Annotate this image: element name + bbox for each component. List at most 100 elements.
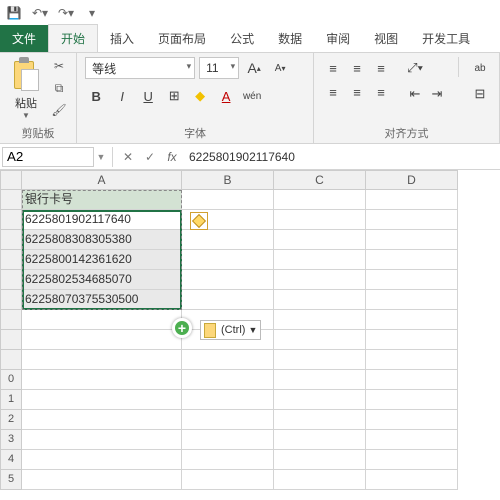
row-header[interactable] — [0, 210, 22, 230]
copy-icon[interactable]: ⧉ — [50, 79, 68, 97]
cell[interactable] — [274, 390, 366, 410]
cell[interactable]: 62258070375530500 — [22, 290, 182, 310]
cell[interactable] — [22, 410, 182, 430]
cell[interactable] — [22, 430, 182, 450]
col-header-c[interactable]: C — [274, 170, 366, 190]
paste-dropdown-icon[interactable]: ▼ — [22, 111, 30, 120]
cell[interactable] — [182, 370, 274, 390]
col-header-a[interactable]: A — [22, 170, 182, 190]
tab-developer[interactable]: 开发工具 — [410, 25, 482, 52]
font-name-combo[interactable]: 等线 — [85, 57, 195, 79]
cell[interactable] — [182, 390, 274, 410]
increase-indent-icon[interactable]: ⇥ — [426, 83, 448, 105]
cell[interactable] — [274, 290, 366, 310]
row-header[interactable] — [0, 310, 22, 330]
fill-handle-icon[interactable]: + — [172, 318, 192, 338]
cell[interactable] — [274, 270, 366, 290]
merge-button[interactable]: ⊟ — [469, 83, 491, 105]
underline-button[interactable]: U — [137, 85, 159, 107]
cell[interactable]: 6225802534685070 — [22, 270, 182, 290]
cell[interactable] — [366, 450, 458, 470]
cell[interactable] — [182, 430, 274, 450]
cell[interactable] — [22, 330, 182, 350]
cell[interactable] — [22, 310, 182, 330]
align-top-icon[interactable]: ≡ — [322, 57, 344, 79]
cell[interactable]: 银行卡号 — [22, 190, 182, 210]
grow-font-button[interactable]: A▴ — [243, 57, 265, 79]
align-center-icon[interactable]: ≡ — [346, 81, 368, 103]
cell[interactable] — [366, 310, 458, 330]
row-header[interactable]: 3 — [0, 430, 22, 450]
formula-input[interactable]: 6225801902117640 — [183, 148, 500, 166]
row-header[interactable] — [0, 250, 22, 270]
row-header[interactable] — [0, 270, 22, 290]
cell[interactable] — [274, 370, 366, 390]
name-box[interactable] — [2, 147, 94, 167]
cell[interactable] — [274, 450, 366, 470]
shrink-font-button[interactable]: A▾ — [269, 57, 291, 79]
save-icon[interactable]: 💾 — [4, 3, 24, 23]
tab-layout[interactable]: 页面布局 — [146, 25, 218, 52]
row-header[interactable] — [0, 230, 22, 250]
border-button[interactable]: ⊞ — [163, 85, 185, 107]
tab-view[interactable]: 视图 — [362, 25, 410, 52]
cell[interactable] — [182, 290, 274, 310]
cell[interactable] — [366, 430, 458, 450]
cell[interactable] — [366, 250, 458, 270]
cell[interactable] — [182, 350, 274, 370]
font-color-button[interactable]: A — [215, 85, 237, 107]
row-header[interactable] — [0, 290, 22, 310]
decrease-indent-icon[interactable]: ⇤ — [404, 83, 426, 105]
paste-button[interactable]: 粘贴 ▼ — [8, 57, 44, 120]
row-header[interactable] — [0, 330, 22, 350]
row-header[interactable] — [0, 350, 22, 370]
align-left-icon[interactable]: ≡ — [322, 81, 344, 103]
cell[interactable] — [274, 230, 366, 250]
cell[interactable] — [366, 210, 458, 230]
cell[interactable] — [366, 410, 458, 430]
paste-options-button[interactable]: (Ctrl) ▼ — [200, 320, 261, 340]
row-header[interactable] — [0, 190, 22, 210]
cell[interactable] — [274, 190, 366, 210]
cell[interactable] — [274, 350, 366, 370]
select-all-corner[interactable] — [0, 170, 22, 190]
tab-data[interactable]: 数据 — [266, 25, 314, 52]
row-header[interactable]: 0 — [0, 370, 22, 390]
cell[interactable] — [22, 370, 182, 390]
cell[interactable] — [366, 190, 458, 210]
row-header[interactable]: 5 — [0, 470, 22, 490]
cell[interactable] — [182, 250, 274, 270]
namebox-dropdown-icon[interactable]: ▼ — [94, 152, 108, 162]
cell[interactable]: 6225800142361620 — [22, 250, 182, 270]
row-header[interactable]: 1 — [0, 390, 22, 410]
align-middle-icon[interactable]: ≡ — [346, 57, 368, 79]
orientation-icon[interactable]: ⤢▾ — [404, 57, 426, 79]
col-header-b[interactable]: B — [182, 170, 274, 190]
align-bottom-icon[interactable]: ≡ — [370, 57, 392, 79]
cell[interactable] — [366, 330, 458, 350]
cell[interactable] — [22, 450, 182, 470]
tab-home[interactable]: 开始 — [48, 24, 98, 52]
undo-icon[interactable]: ↶▾ — [30, 3, 50, 23]
wrap-text-button[interactable]: ab — [469, 57, 491, 79]
fill-color-button[interactable]: ◆ — [189, 85, 211, 107]
cell[interactable] — [366, 390, 458, 410]
fx-icon[interactable]: fx — [161, 150, 183, 164]
cell[interactable] — [182, 470, 274, 490]
format-painter-icon[interactable]: 🖌 — [50, 101, 68, 119]
cell[interactable] — [22, 390, 182, 410]
cell[interactable] — [274, 250, 366, 270]
cell[interactable] — [366, 290, 458, 310]
cell[interactable] — [182, 230, 274, 250]
cell[interactable] — [274, 410, 366, 430]
cell[interactable] — [182, 410, 274, 430]
cell[interactable] — [22, 350, 182, 370]
cell[interactable]: 6225808308305380 — [22, 230, 182, 250]
cut-icon[interactable]: ✂ — [50, 57, 68, 75]
col-header-d[interactable]: D — [366, 170, 458, 190]
cell[interactable] — [366, 370, 458, 390]
font-size-combo[interactable]: 11 — [199, 57, 239, 79]
tab-insert[interactable]: 插入 — [98, 25, 146, 52]
cell[interactable] — [366, 270, 458, 290]
cell[interactable] — [182, 190, 274, 210]
